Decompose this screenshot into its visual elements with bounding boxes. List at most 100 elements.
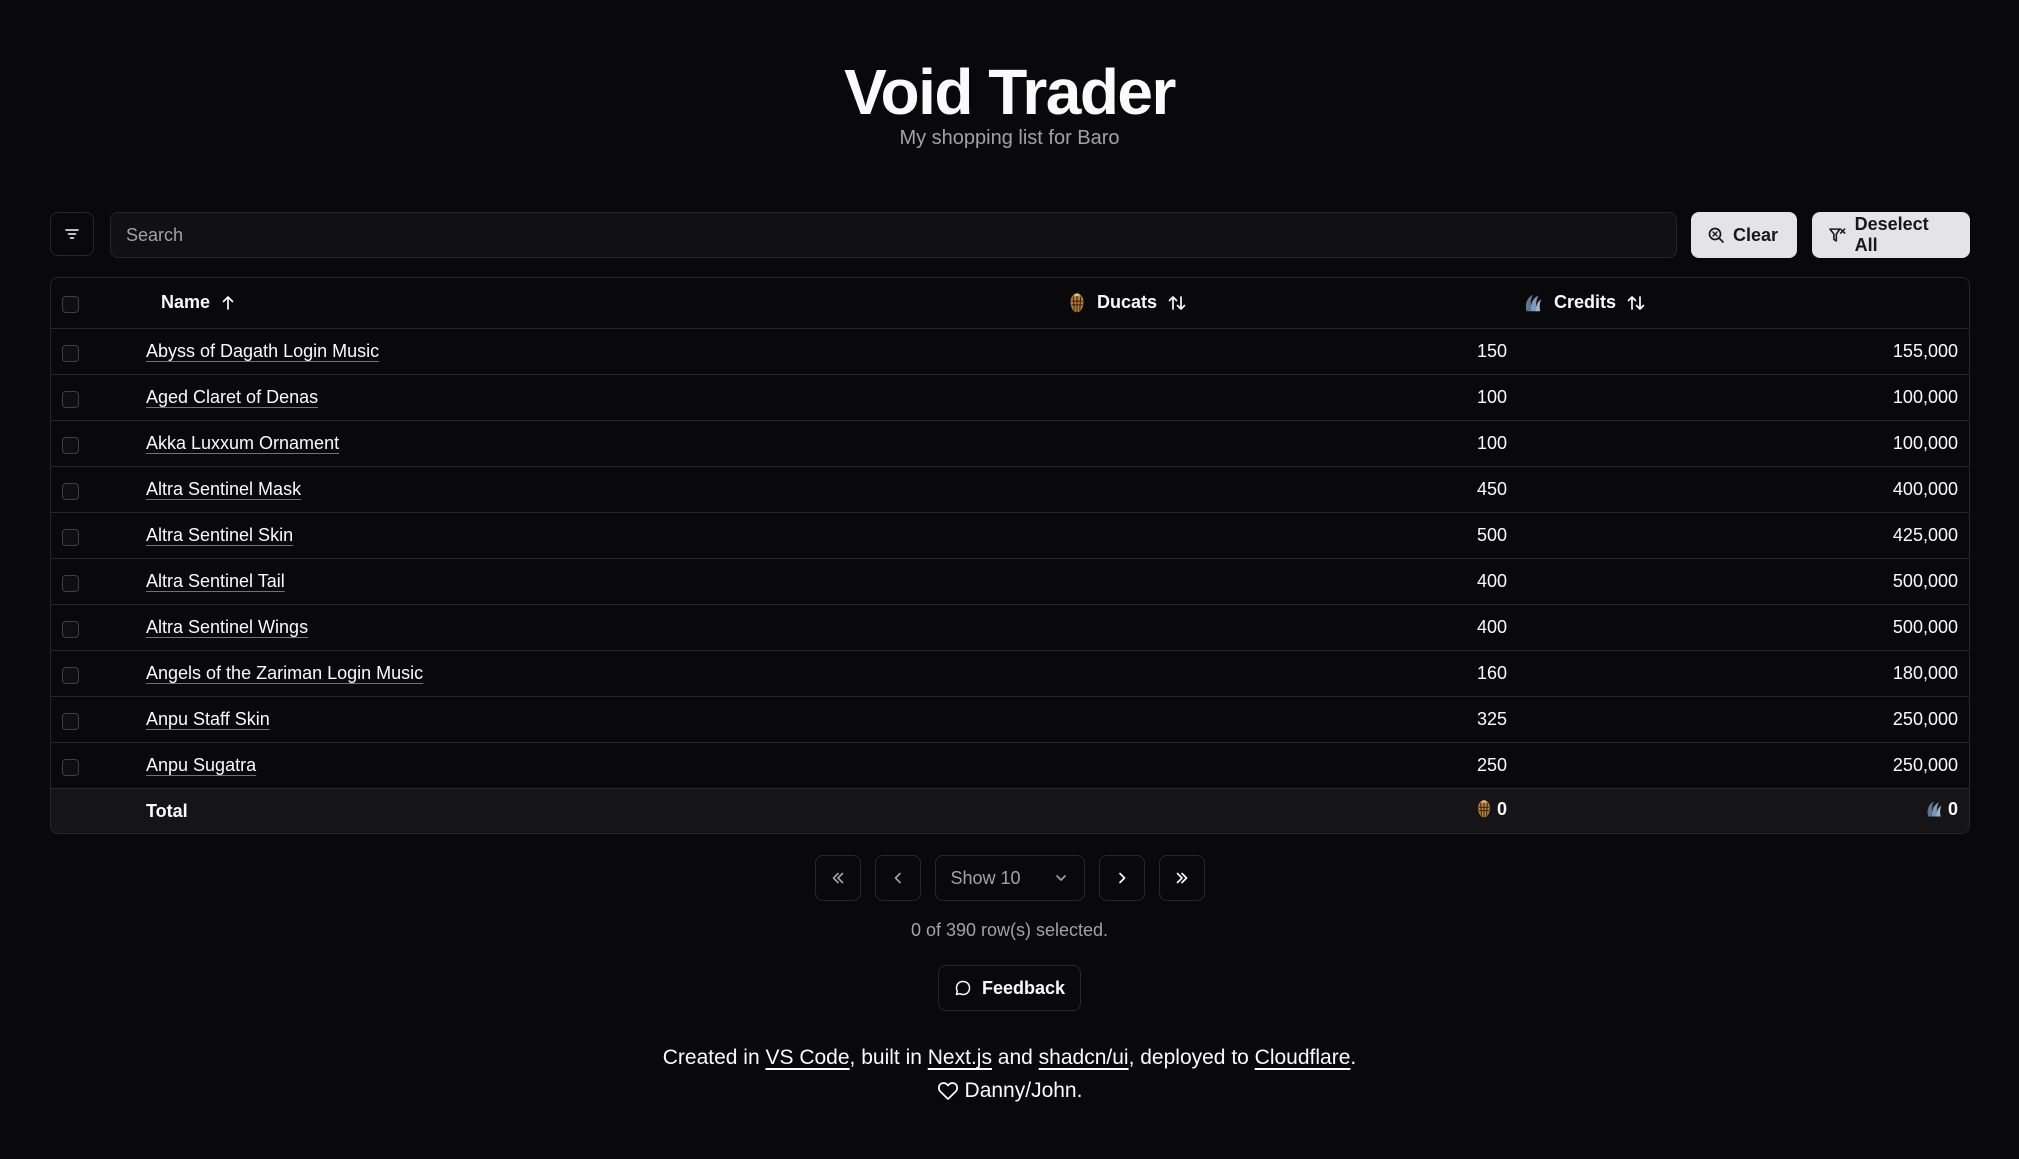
sort-toggle-icon (1168, 295, 1186, 310)
row-checkbox[interactable] (62, 436, 79, 454)
item-name-link[interactable]: Anpu Staff Skin (146, 709, 270, 729)
last-page-button[interactable] (1158, 855, 1205, 901)
ducats-cell: 325 (1476, 708, 1507, 729)
row-checkbox[interactable] (62, 758, 79, 776)
item-name-link[interactable]: Akka Luxxum Ornament (146, 433, 339, 453)
item-name-link[interactable]: Abyss of Dagath Login Music (146, 341, 379, 361)
name-column-header[interactable]: Name (144, 292, 996, 313)
table-row[interactable]: Anpu Sugatra 250 250,000 (51, 742, 1969, 788)
row-checkbox[interactable] (62, 482, 79, 500)
deselect-all-button[interactable]: Deselect All (1812, 212, 1970, 258)
first-page-button[interactable] (814, 855, 861, 901)
item-name-link[interactable]: Altra Sentinel Tail (146, 571, 285, 591)
item-name-link[interactable]: Anpu Sugatra (146, 755, 256, 775)
items-table: Name Ducats Credits Abyss of Dagath Logi… (50, 277, 1970, 834)
credits-cell: 500,000 (1892, 616, 1958, 637)
feedback-button[interactable]: Feedback (937, 965, 1082, 1011)
ducat-icon (1475, 799, 1493, 819)
clear-button[interactable]: Clear (1691, 212, 1797, 258)
credits-cell: 425,000 (1892, 524, 1958, 545)
item-name-link[interactable]: Altra Sentinel Mask (146, 479, 301, 499)
page-subtitle: My shopping list for Baro (899, 127, 1120, 149)
page-size-select[interactable]: Show 10 (934, 855, 1085, 901)
cloudflare-link[interactable]: Cloudflare (1255, 1046, 1351, 1069)
item-name-link[interactable]: Altra Sentinel Skin (146, 525, 293, 545)
footer-text: and (991, 1046, 1039, 1069)
table-row[interactable]: Altra Sentinel Skin 500 425,000 (51, 512, 1969, 558)
total-label: Total (146, 800, 188, 821)
ducats-column-label: Ducats (1097, 292, 1158, 313)
total-credits-value: 0 (1947, 798, 1958, 819)
footer-text: , built in (849, 1046, 928, 1069)
shadcn-link[interactable]: shadcn/ui (1039, 1046, 1129, 1069)
ducats-cell: 100 (1476, 386, 1507, 407)
ducats-cell: 400 (1476, 616, 1507, 637)
ducats-cell: 150 (1476, 340, 1507, 361)
ducats-cell: 450 (1476, 478, 1507, 499)
table-row[interactable]: Anpu Staff Skin 325 250,000 (51, 696, 1969, 742)
feedback-container: Feedback (0, 965, 2019, 1011)
table-row[interactable]: Abyss of Dagath Login Music 150 155,000 (51, 328, 1969, 374)
total-credits: 0 (1924, 799, 1958, 820)
clear-button-label: Clear (1733, 224, 1779, 245)
row-checkbox[interactable] (62, 620, 79, 638)
nextjs-link[interactable]: Next.js (928, 1046, 992, 1069)
item-name-link[interactable]: Altra Sentinel Wings (146, 617, 308, 637)
filter-lines-icon (65, 229, 79, 239)
next-page-button[interactable] (1098, 855, 1145, 901)
vscode-link[interactable]: VS Code (765, 1046, 849, 1069)
search-input[interactable] (110, 212, 1677, 258)
feedback-label: Feedback (981, 977, 1066, 998)
credits-cell: 100,000 (1892, 386, 1958, 407)
footer-text: , deployed to (1128, 1046, 1255, 1069)
row-checkbox[interactable] (62, 528, 79, 546)
ducat-icon (1067, 292, 1087, 314)
page-title: Void Trader (844, 56, 1176, 128)
row-checkbox[interactable] (62, 574, 79, 592)
ducats-column-header[interactable]: Ducats (996, 292, 1518, 314)
deselect-all-label: Deselect All (1854, 214, 1929, 255)
credits-column-header[interactable]: Credits (1518, 292, 1969, 314)
pagination: Show 10 (0, 855, 2019, 901)
table-row[interactable]: Angels of the Zariman Login Music 160 18… (51, 650, 1969, 696)
ducats-cell: 160 (1476, 662, 1507, 683)
table-header-row: Name Ducats Credits (51, 278, 1969, 328)
chevron-down-icon (1055, 875, 1066, 881)
table-row[interactable]: Aged Claret of Denas 100 100,000 (51, 374, 1969, 420)
author-credit: Danny/John. (964, 1079, 1083, 1102)
row-checkbox[interactable] (62, 344, 79, 362)
item-name-link[interactable]: Angels of the Zariman Login Music (146, 663, 423, 683)
total-row: Total 0 0 (51, 788, 1969, 833)
select-all-checkbox[interactable] (62, 296, 79, 314)
footer: Created in VS Code, built in Next.js and… (0, 1041, 2019, 1111)
credit-icon (1522, 292, 1544, 314)
chevron-right-icon (1118, 872, 1125, 884)
row-checkbox[interactable] (62, 712, 79, 730)
ducats-cell: 100 (1476, 432, 1507, 453)
item-name-link[interactable]: Aged Claret of Denas (146, 387, 318, 407)
page-size-value: Show 10 (950, 867, 1021, 888)
table-row[interactable]: Altra Sentinel Wings 400 500,000 (51, 604, 1969, 650)
credits-cell: 100,000 (1892, 432, 1958, 453)
credit-icon (1924, 799, 1944, 819)
footer-author-line: Danny/John. (937, 1074, 1083, 1107)
footer-text: Created in (662, 1046, 766, 1069)
credits-cell: 250,000 (1892, 754, 1958, 775)
credits-cell: 155,000 (1892, 340, 1958, 361)
table-row[interactable]: Altra Sentinel Tail 400 500,000 (51, 558, 1969, 604)
filter-x-icon (1829, 228, 1846, 242)
total-ducats-value: 0 (1496, 798, 1507, 819)
page-header: Void Trader My shopping list for Baro (0, 54, 2019, 150)
footer-credits-line: Created in VS Code, built in Next.js and… (0, 1041, 2019, 1074)
rows-selected-text: 0 of 390 row(s) selected. (910, 920, 1109, 940)
row-checkbox[interactable] (62, 390, 79, 408)
table-row[interactable]: Altra Sentinel Mask 450 400,000 (51, 466, 1969, 512)
table-row[interactable]: Akka Luxxum Ornament 100 100,000 (51, 420, 1969, 466)
row-checkbox[interactable] (62, 666, 79, 684)
toolbar: Clear Deselect All (50, 212, 1970, 258)
chevrons-right-icon (1176, 872, 1187, 884)
heart-icon (937, 1081, 958, 1100)
filter-button[interactable] (50, 212, 94, 256)
previous-page-button[interactable] (874, 855, 921, 901)
credits-cell: 250,000 (1892, 708, 1958, 729)
